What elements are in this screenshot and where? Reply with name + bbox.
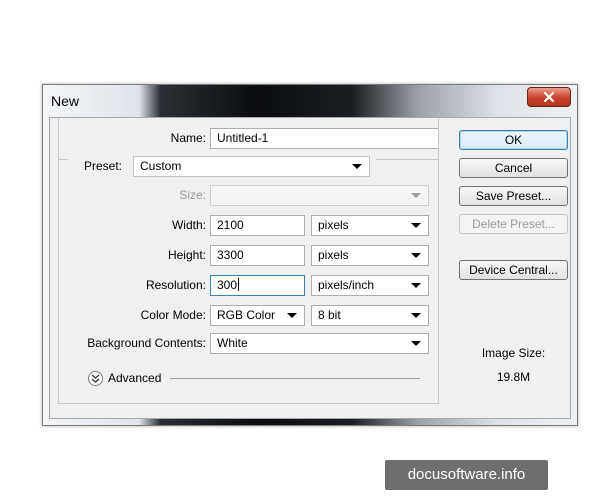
title-bar[interactable]: New <box>43 85 577 117</box>
height-unit-value: pixels <box>318 248 349 262</box>
close-button[interactable] <box>527 87 571 107</box>
preset-label: Preset: <box>84 159 123 173</box>
dialog-title: New <box>51 93 80 109</box>
size-label: Size: <box>179 188 206 202</box>
color-mode-label: Color Mode: <box>140 308 206 322</box>
chevron-down-icon <box>411 283 421 288</box>
preset-select[interactable]: Custom <box>133 156 370 177</box>
height-label: Height: <box>167 248 206 262</box>
color-mode-value: RGB Color <box>217 308 276 322</box>
preset-group-line-left <box>58 159 68 160</box>
chevron-down-icon <box>411 313 421 318</box>
advanced-separator <box>170 378 420 379</box>
chevron-down-icon <box>352 164 362 169</box>
color-mode-select[interactable]: RGB Color <box>210 305 305 326</box>
device-central-button[interactable]: Device Central... <box>459 260 568 280</box>
chevron-down-icon <box>287 313 297 318</box>
height-unit-select[interactable]: pixels <box>311 245 429 266</box>
new-document-dialog: New Name: Untitled-1 Preset: Custom Size… <box>42 84 578 426</box>
chevron-down-icon <box>411 193 421 198</box>
text-caret <box>238 278 240 291</box>
double-chevron-down-icon <box>91 374 100 383</box>
image-size-value: 19.8M <box>496 370 531 384</box>
bit-depth-value: 8 bit <box>318 308 341 322</box>
background-contents-label: Background Contents: <box>87 336 206 350</box>
preset-group-line-right <box>376 159 439 160</box>
resolution-input-value: 300 <box>217 278 238 292</box>
background-contents-select[interactable]: White <box>210 333 429 354</box>
preset-select-value: Custom <box>140 159 182 173</box>
background-contents-value: White <box>217 336 248 350</box>
resolution-input[interactable]: 300 <box>210 275 305 296</box>
delete-preset-button[interactable]: Delete Preset... <box>459 214 568 234</box>
advanced-label: Advanced <box>108 371 162 385</box>
width-unit-value: pixels <box>318 218 349 232</box>
watermark: docusoftware.info <box>385 460 548 490</box>
advanced-toggle[interactable] <box>88 371 103 386</box>
dialog-body: Name: Untitled-1 Preset: Custom Size: Wi… <box>49 117 571 419</box>
resolution-unit-value: pixels/inch <box>318 278 375 292</box>
height-input[interactable]: 3300 <box>210 245 305 266</box>
ok-button[interactable]: OK <box>459 130 568 150</box>
chevron-down-icon <box>411 341 421 346</box>
resolution-unit-select[interactable]: pixels/inch <box>311 275 429 296</box>
width-unit-select[interactable]: pixels <box>311 215 429 236</box>
cancel-button[interactable]: Cancel <box>459 158 568 178</box>
close-icon <box>543 91 555 103</box>
image-size-label: Image Size: <box>481 346 546 360</box>
width-label: Width: <box>171 218 206 232</box>
resolution-label: Resolution: <box>145 278 206 292</box>
bit-depth-select[interactable]: 8 bit <box>311 305 429 326</box>
width-input[interactable]: 2100 <box>210 215 305 236</box>
chevron-down-icon <box>411 253 421 258</box>
size-select[interactable] <box>210 185 429 206</box>
chevron-down-icon <box>411 223 421 228</box>
save-preset-button[interactable]: Save Preset... <box>459 186 568 206</box>
